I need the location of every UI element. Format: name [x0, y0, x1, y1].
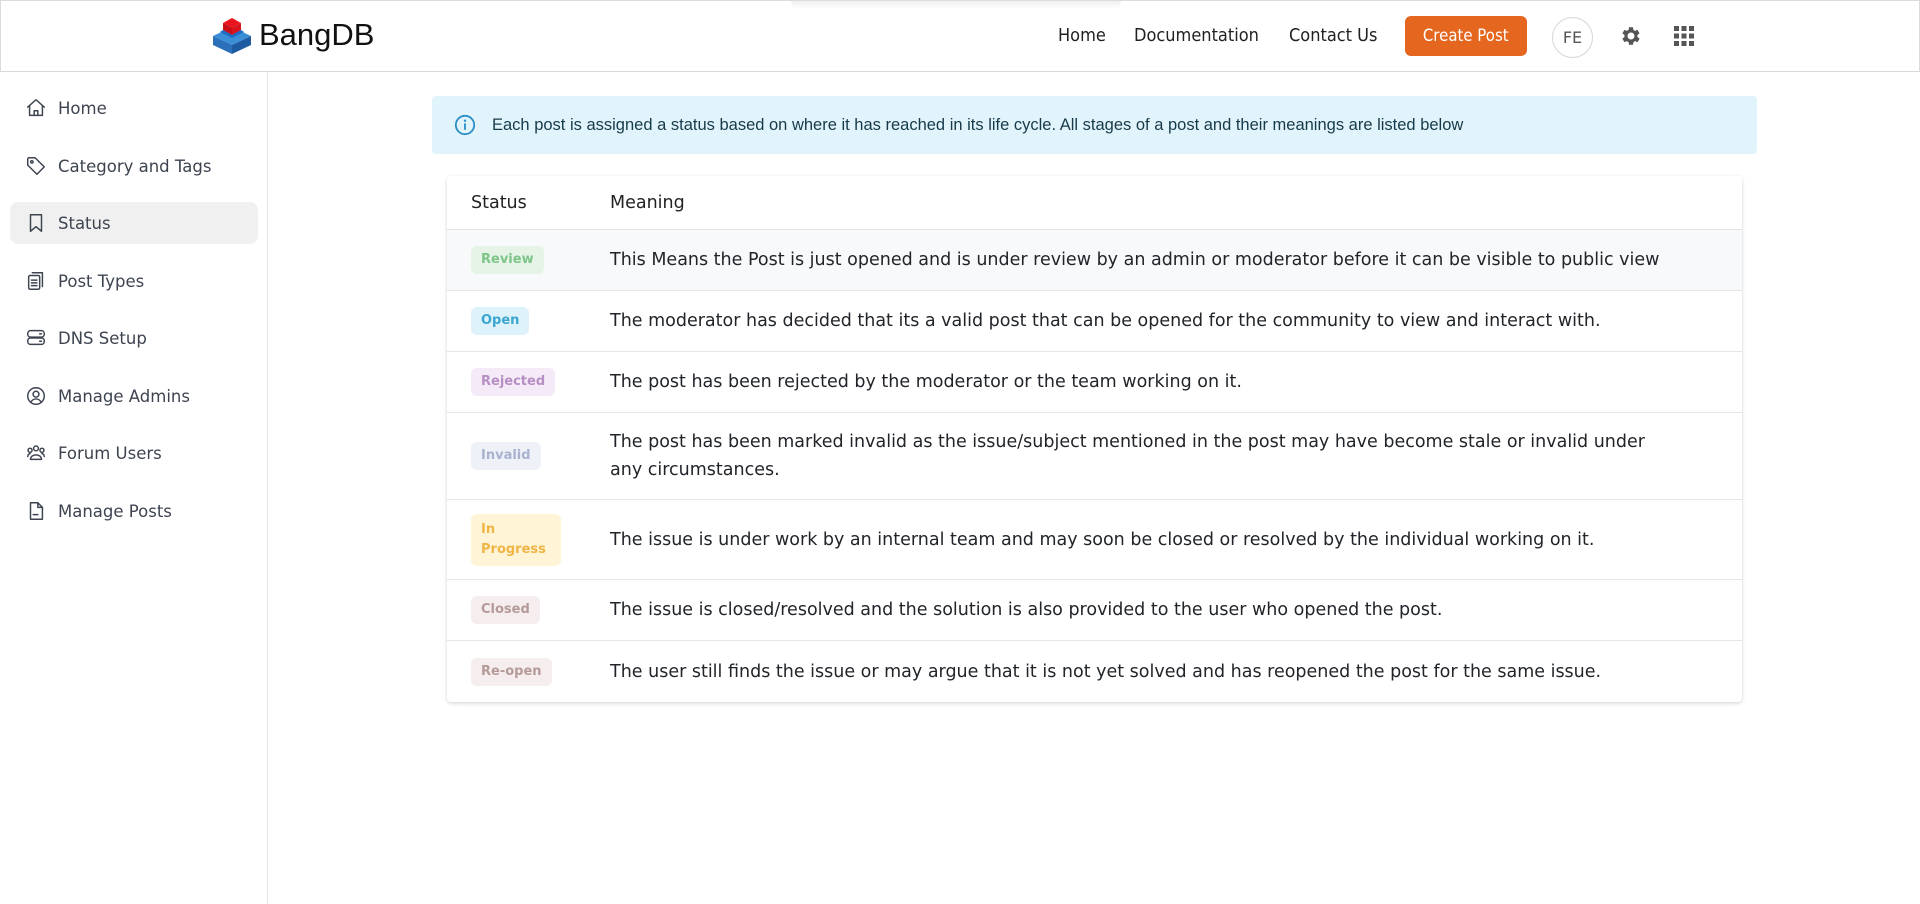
home-icon	[24, 96, 48, 120]
table-header: Status Meaning	[447, 176, 1742, 230]
apps-button[interactable]	[1671, 23, 1697, 49]
settings-button[interactable]	[1618, 23, 1644, 49]
header-shadow	[791, 1, 1121, 9]
nav-documentation-link[interactable]: Documentation	[1134, 25, 1259, 46]
clipboard-list-icon	[24, 269, 48, 293]
table-row: Re-open The user still finds the issue o…	[447, 641, 1742, 702]
status-badge-open: Open	[471, 307, 530, 335]
gear-icon	[1622, 27, 1640, 45]
status-badge-rejected: Rejected	[471, 368, 556, 396]
table-row: Review This Means the Post is just opene…	[447, 230, 1742, 291]
table-row: Rejected The post has been rejected by t…	[447, 352, 1742, 413]
nav-home-link[interactable]: Home	[1058, 25, 1106, 46]
sidebar: Home Category and Tags Status Post Types…	[0, 72, 268, 904]
bookmark-icon	[24, 211, 48, 235]
sidebar-item-status[interactable]: Status	[10, 202, 258, 244]
brand-name: BangDB	[259, 17, 375, 52]
file-icon	[24, 499, 48, 523]
status-meaning: The moderator has decided that its a val…	[610, 311, 1601, 331]
sidebar-item-label: Forum Users	[58, 443, 162, 463]
top-navbar: BangDB Home Documentation Contact Us Cre…	[0, 0, 1920, 72]
nav-contact-us-link[interactable]: Contact Us	[1289, 25, 1377, 46]
status-meaning: The post has been marked invalid as the …	[610, 432, 1645, 480]
create-post-label: Create Post	[1423, 26, 1509, 46]
column-header-meaning: Meaning	[610, 192, 685, 213]
info-icon	[454, 114, 476, 136]
status-badge-invalid: Invalid	[471, 442, 541, 470]
table-row: Open The moderator has decided that its …	[447, 291, 1742, 352]
sidebar-item-manage-posts[interactable]: Manage Posts	[10, 490, 258, 532]
sidebar-item-label: Manage Posts	[58, 501, 172, 521]
sidebar-item-category-and-tags[interactable]: Category and Tags	[10, 145, 258, 187]
status-table: Status Meaning Review This Means the Pos…	[447, 176, 1742, 702]
apps-grid-icon	[1674, 26, 1694, 46]
create-post-button[interactable]: Create Post	[1405, 16, 1527, 56]
column-header-status: Status	[471, 192, 527, 213]
info-banner: Each post is assigned a status based on …	[432, 96, 1757, 154]
table-row: Closed The issue is closed/resolved and …	[447, 580, 1742, 641]
user-avatar[interactable]: FE	[1552, 17, 1593, 58]
sidebar-item-post-types[interactable]: Post Types	[10, 260, 258, 302]
sidebar-item-label: Home	[58, 98, 107, 118]
status-meaning: The issue is closed/resolved and the sol…	[610, 600, 1443, 620]
status-badge-re-open: Re-open	[471, 657, 552, 686]
sidebar-item-label: DNS Setup	[58, 328, 147, 348]
server-icon	[24, 326, 48, 350]
table-row: Invalid The post has been marked invalid…	[447, 413, 1742, 500]
tag-icon	[24, 154, 48, 178]
sidebar-item-home[interactable]: Home	[10, 87, 258, 129]
table-row: In Progress The issue is under work by a…	[447, 500, 1742, 580]
sidebar-item-manage-admins[interactable]: Manage Admins	[10, 375, 258, 417]
status-meaning: The issue is under work by an internal t…	[610, 529, 1595, 550]
status-badge-in-progress: In Progress	[471, 513, 561, 566]
avatar-initials: FE	[1562, 28, 1583, 47]
status-meaning: This Means the Post is just opened and i…	[610, 250, 1660, 270]
sidebar-item-label: Status	[58, 213, 111, 233]
sidebar-item-label: Manage Admins	[58, 386, 190, 406]
status-meaning: The post has been rejected by the modera…	[610, 372, 1242, 392]
users-icon	[24, 441, 48, 465]
status-meaning: The user still finds the issue or may ar…	[610, 661, 1602, 682]
brand-logo[interactable]: BangDB	[211, 15, 374, 55]
sidebar-item-dns-setup[interactable]: DNS Setup	[10, 317, 258, 359]
bangdb-cube-icon	[213, 18, 251, 54]
sidebar-item-label: Post Types	[58, 271, 145, 291]
user-circle-icon	[24, 384, 48, 408]
sidebar-item-forum-users[interactable]: Forum Users	[10, 432, 258, 474]
status-badge-review: Review	[471, 246, 544, 274]
status-badge-closed: Closed	[471, 596, 540, 624]
info-banner-text: Each post is assigned a status based on …	[492, 115, 1464, 134]
sidebar-item-label: Category and Tags	[58, 156, 212, 176]
